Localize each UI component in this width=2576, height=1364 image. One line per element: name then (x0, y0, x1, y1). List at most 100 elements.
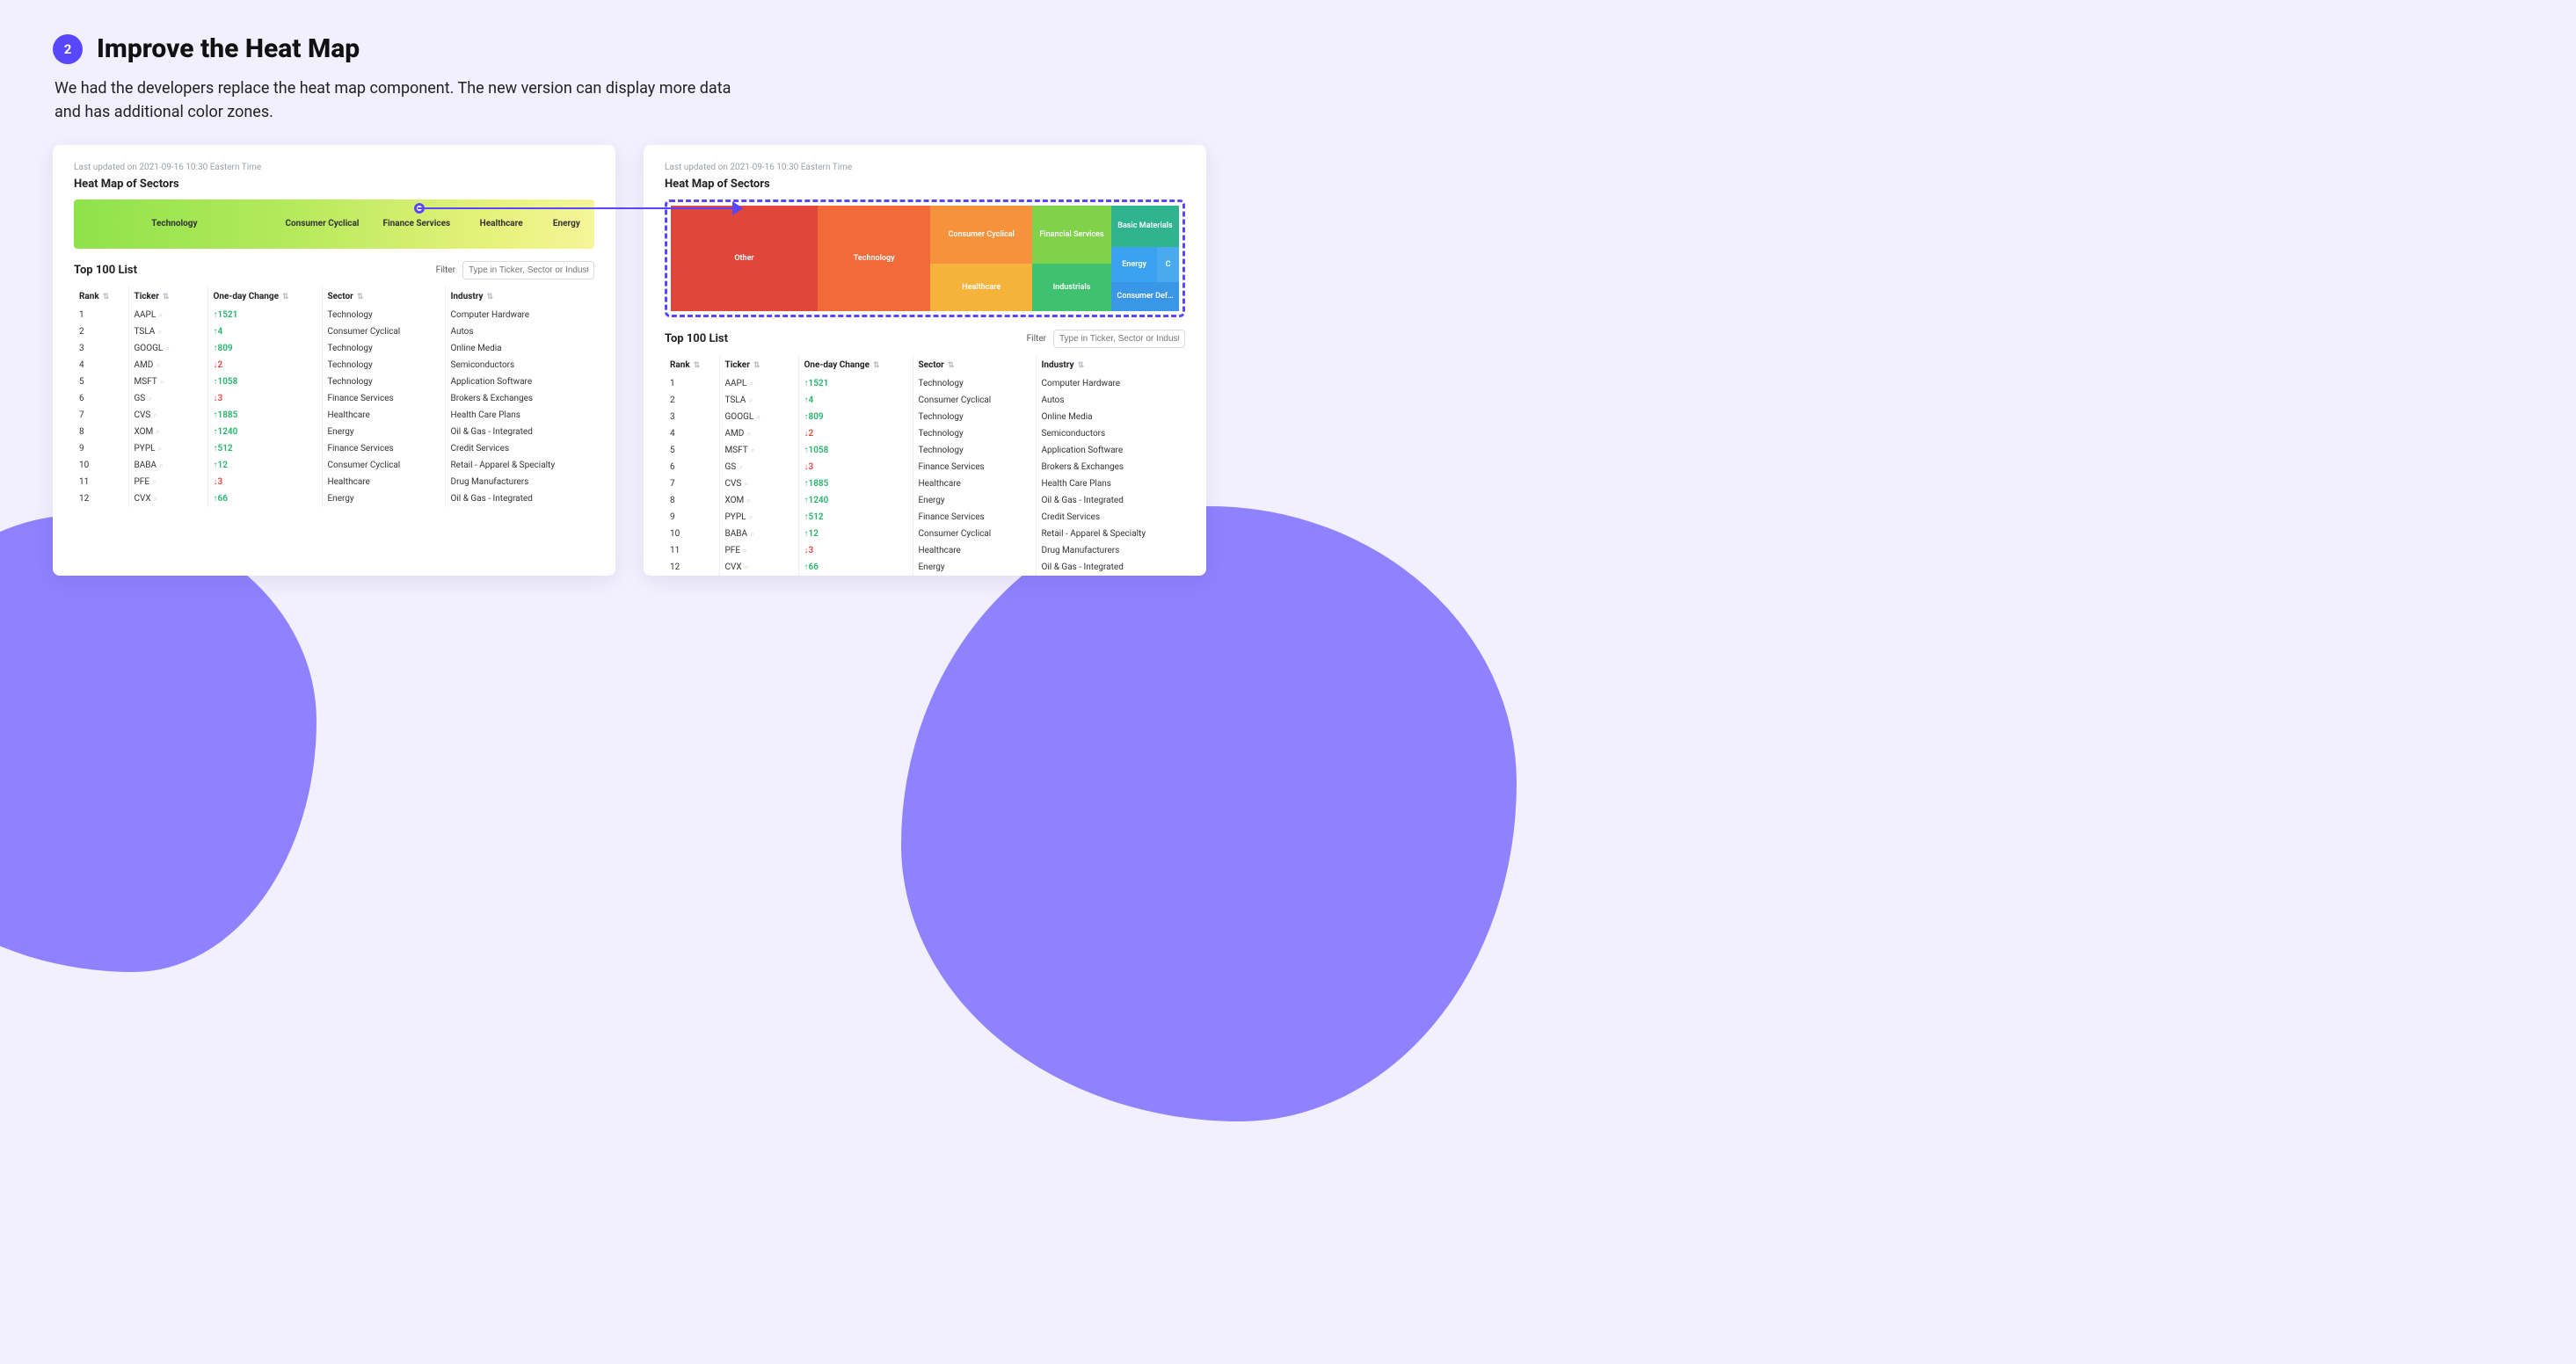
table-row[interactable]: 2TSLA⌕4Consumer CyclicalAutos (665, 392, 1185, 409)
col-industry[interactable]: Industry⇅ (445, 287, 594, 307)
treemap-tile-technology[interactable]: Technology (818, 206, 930, 311)
search-icon[interactable]: ⌕ (165, 345, 170, 353)
search-icon[interactable]: ⌕ (154, 495, 158, 504)
search-icon[interactable]: ⌕ (157, 328, 162, 337)
treemap-tile-healthcare[interactable]: Healthcare (930, 264, 1032, 311)
old-heatmap-segment[interactable]: Healthcare (464, 200, 539, 249)
cell-ticker[interactable]: BABA⌕ (128, 457, 207, 474)
search-icon[interactable]: ⌕ (751, 446, 755, 455)
cell-ticker[interactable]: PYPL⌕ (128, 440, 207, 457)
search-icon[interactable]: ⌕ (743, 547, 747, 555)
cell-ticker[interactable]: AAPL⌕ (128, 307, 207, 323)
cell-ticker[interactable]: PFE⌕ (128, 474, 207, 490)
filter-input[interactable] (1053, 330, 1185, 348)
treemap-tile-other[interactable]: Other (671, 206, 818, 311)
table-row[interactable]: 8XOM⌕1240EnergyOil & Gas - Integrated (74, 424, 594, 440)
treemap-tile-financial-services[interactable]: Financial Services (1032, 206, 1111, 264)
search-icon[interactable]: ⌕ (744, 480, 748, 489)
cell-ticker[interactable]: MSFT⌕ (128, 374, 207, 390)
search-icon[interactable]: ⌕ (156, 361, 160, 370)
col-change[interactable]: One-day Change⇅ (207, 287, 322, 307)
search-icon[interactable]: ⌕ (750, 530, 754, 539)
cell-ticker[interactable]: TSLA⌕ (719, 392, 798, 409)
cell-ticker[interactable]: CVX⌕ (719, 559, 798, 576)
cell-ticker[interactable]: AMD⌕ (719, 425, 798, 442)
cell-ticker[interactable]: XOM⌕ (719, 492, 798, 509)
col-change[interactable]: One-day Change⇅ (798, 355, 913, 375)
col-sector[interactable]: Sector⇅ (913, 355, 1036, 375)
table-row[interactable]: 12CVX⌕66EnergyOil & Gas - Integrated (665, 559, 1185, 576)
search-icon[interactable]: ⌕ (756, 413, 760, 422)
table-row[interactable]: 1AAPL⌕1521TechnologyComputer Hardware (74, 307, 594, 323)
search-icon[interactable]: ⌕ (746, 497, 751, 505)
search-icon[interactable]: ⌕ (148, 395, 152, 403)
cell-ticker[interactable]: XOM⌕ (128, 424, 207, 440)
cell-ticker[interactable]: CVX⌕ (128, 490, 207, 507)
table-row[interactable]: 4AMD⌕2TechnologySemiconductors (665, 425, 1185, 442)
treemap-tile-energy[interactable]: Energy (1111, 247, 1157, 282)
table-row[interactable]: 11PFE⌕3HealthcareDrug Manufacturers (74, 474, 594, 490)
table-row[interactable]: 1AAPL⌕1521TechnologyComputer Hardware (665, 375, 1185, 392)
search-icon[interactable]: ⌕ (158, 445, 163, 453)
table-row[interactable]: 4AMD⌕2TechnologySemiconductors (74, 357, 594, 374)
cell-ticker[interactable]: PYPL⌕ (719, 509, 798, 526)
table-row[interactable]: 7CVS⌕1885HealthcareHealth Care Plans (74, 407, 594, 424)
treemap-tile-consumer-def[interactable]: Consumer Def… (1111, 282, 1179, 311)
cell-industry: Oil & Gas - Integrated (445, 490, 594, 507)
col-rank[interactable]: Rank⇅ (665, 355, 719, 375)
table-row[interactable]: 5MSFT⌕1058TechnologyApplication Software (665, 442, 1185, 459)
search-icon[interactable]: ⌕ (748, 396, 753, 405)
col-ticker[interactable]: Ticker⇅ (719, 355, 798, 375)
table-row[interactable]: 6GS⌕3Finance ServicesBrokers & Exchanges (665, 459, 1185, 475)
table-row[interactable]: 3GOOGL⌕809TechnologyOnline Media (74, 340, 594, 357)
col-sector[interactable]: Sector⇅ (322, 287, 445, 307)
cell-ticker[interactable]: GS⌕ (128, 390, 207, 407)
cell-ticker[interactable]: AAPL⌕ (719, 375, 798, 392)
old-heatmap-segment[interactable]: Consumer Cyclical (275, 200, 369, 249)
search-icon[interactable]: ⌕ (745, 563, 749, 572)
search-icon[interactable]: ⌕ (156, 428, 160, 437)
table-row[interactable]: 8XOM⌕1240EnergyOil & Gas - Integrated (665, 492, 1185, 509)
table-row[interactable]: 3GOOGL⌕809TechnologyOnline Media (665, 409, 1185, 425)
search-icon[interactable]: ⌕ (739, 463, 743, 472)
old-heatmap-segment[interactable]: Energy (539, 200, 594, 249)
table-row[interactable]: 9PYPL⌕512Finance ServicesCredit Services (665, 509, 1185, 526)
table-row[interactable]: 9PYPL⌕512Finance ServicesCredit Services (74, 440, 594, 457)
cell-ticker[interactable]: GS⌕ (719, 459, 798, 475)
col-industry[interactable]: Industry⇅ (1036, 355, 1185, 375)
cell-ticker[interactable]: CVS⌕ (719, 475, 798, 492)
treemap-tile-consumer-cyclical[interactable]: Consumer Cyclical (930, 206, 1032, 264)
search-icon[interactable]: ⌕ (153, 411, 157, 420)
search-icon[interactable]: ⌕ (749, 380, 753, 388)
cell-ticker[interactable]: AMD⌕ (128, 357, 207, 374)
filter-input[interactable] (462, 261, 594, 279)
treemap-tile-c[interactable]: C (1157, 247, 1179, 282)
table-row[interactable]: 12CVX⌕66EnergyOil & Gas - Integrated (74, 490, 594, 507)
search-icon[interactable]: ⌕ (749, 513, 753, 522)
search-icon[interactable]: ⌕ (160, 378, 164, 387)
treemap-tile-industrials[interactable]: Industrials (1032, 264, 1111, 311)
search-icon[interactable]: ⌕ (746, 430, 751, 439)
cell-ticker[interactable]: TSLA⌕ (128, 323, 207, 340)
cell-ticker[interactable]: BABA⌕ (719, 526, 798, 542)
table-row[interactable]: 6GS⌕3Finance ServicesBrokers & Exchanges (74, 390, 594, 407)
col-ticker[interactable]: Ticker⇅ (128, 287, 207, 307)
search-icon[interactable]: ⌕ (159, 461, 164, 470)
cell-ticker[interactable]: CVS⌕ (128, 407, 207, 424)
old-heatmap-segment[interactable]: Technology (74, 200, 275, 249)
cell-ticker[interactable]: GOOGL⌕ (719, 409, 798, 425)
table-row[interactable]: 10BABA⌕12Consumer CyclicalRetail - Appar… (74, 457, 594, 474)
table-row[interactable]: 11PFE⌕3HealthcareDrug Manufacturers (665, 542, 1185, 559)
table-row[interactable]: 10BABA⌕12Consumer CyclicalRetail - Appar… (665, 526, 1185, 542)
search-icon[interactable]: ⌕ (152, 478, 156, 487)
table-row[interactable]: 5MSFT⌕1058TechnologyApplication Software (74, 374, 594, 390)
treemap-tile-basic-materials[interactable]: Basic Materials (1111, 206, 1179, 247)
table-row[interactable]: 7CVS⌕1885HealthcareHealth Care Plans (665, 475, 1185, 492)
cell-ticker[interactable]: MSFT⌕ (719, 442, 798, 459)
table-row[interactable]: 2TSLA⌕4Consumer CyclicalAutos (74, 323, 594, 340)
col-rank[interactable]: Rank⇅ (74, 287, 128, 307)
search-icon[interactable]: ⌕ (158, 311, 163, 320)
cell-ticker[interactable]: GOOGL⌕ (128, 340, 207, 357)
cell-ticker[interactable]: PFE⌕ (719, 542, 798, 559)
old-heatmap-segment[interactable]: Finance Services (369, 200, 463, 249)
